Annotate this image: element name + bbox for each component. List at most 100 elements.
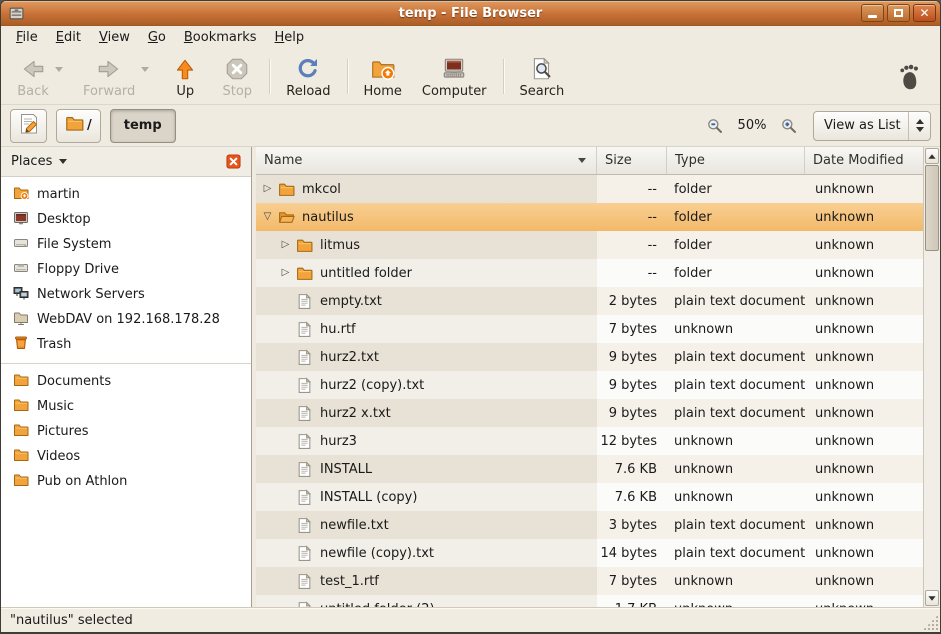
menu-item[interactable]: File xyxy=(7,28,47,47)
window-controls: ✕ xyxy=(861,4,936,22)
toolbar-button[interactable]: Back xyxy=(7,52,59,101)
file-name: hurz2 (copy).txt xyxy=(320,378,424,393)
file-size-cell: 12 bytes xyxy=(597,427,667,455)
column-header-date-modified[interactable]: Date Modified xyxy=(805,147,923,174)
toolbar-button[interactable]: Forward xyxy=(73,52,145,101)
toolbar-button[interactable]: Search xyxy=(510,52,575,101)
file-row[interactable]: hu.rtf 7 bytes unknown unknown xyxy=(256,315,923,343)
expander-icon[interactable] xyxy=(278,240,293,250)
file-name: empty.txt xyxy=(320,294,382,309)
toolbar-button-icon xyxy=(172,55,198,83)
toolbar-button-label: Reload xyxy=(286,84,330,99)
statusbar: "nautilus" selected xyxy=(1,607,940,632)
file-row[interactable]: newfile (copy).txt 14 bytes plain text d… xyxy=(256,539,923,567)
column-header-type[interactable]: Type xyxy=(667,147,805,174)
file-row[interactable]: mkcol -- folder unknown xyxy=(256,175,923,203)
file-name-cell: hurz2 x.txt xyxy=(256,399,597,427)
toolbar-button[interactable]: Reload xyxy=(276,52,340,101)
scroll-down-button[interactable] xyxy=(925,590,939,606)
file-type-icon xyxy=(296,489,313,506)
file-row[interactable]: untitled folder (2) 1.7 KB unknown unkno… xyxy=(256,595,923,607)
sidebar-item-label: Trash xyxy=(37,337,71,352)
file-row[interactable]: newfile.txt 3 bytes plain text document … xyxy=(256,511,923,539)
sidebar-item[interactable]: Floppy Drive xyxy=(1,257,251,282)
window-icon[interactable] xyxy=(8,5,25,22)
column-header-name[interactable]: Name xyxy=(256,147,597,174)
menu-item[interactable]: Help xyxy=(266,28,314,47)
file-name-cell: newfile (copy).txt xyxy=(256,539,597,567)
file-type-icon xyxy=(296,461,313,478)
file-type-cell: unknown xyxy=(667,595,805,607)
expander-icon[interactable] xyxy=(260,184,275,194)
file-name-cell: mkcol xyxy=(256,175,597,203)
expander-icon[interactable] xyxy=(260,212,275,222)
zoom-level: 50% xyxy=(735,118,769,133)
file-row[interactable]: test_1.rtf 7 bytes unknown unknown xyxy=(256,567,923,595)
sidebar-item[interactable]: WebDAV on 192.168.178.28 xyxy=(1,307,251,332)
menu-item[interactable]: Go xyxy=(139,28,175,47)
places-menu-button[interactable]: Places xyxy=(11,154,52,169)
file-row[interactable]: nautilus -- folder unknown xyxy=(256,203,923,231)
column-header-size[interactable]: Size xyxy=(597,147,667,174)
file-size-cell: 9 bytes xyxy=(597,343,667,371)
toolbar-button[interactable]: Computer xyxy=(412,52,497,101)
maximize-icon xyxy=(894,9,903,17)
file-name-cell: test_1.rtf xyxy=(256,567,597,595)
sidebar-item[interactable]: Pictures xyxy=(1,419,251,444)
close-button[interactable]: ✕ xyxy=(913,4,936,22)
file-row[interactable]: hurz3 12 bytes unknown unknown xyxy=(256,427,923,455)
file-row[interactable]: untitled folder -- folder unknown xyxy=(256,259,923,287)
resize-grip[interactable] xyxy=(923,615,938,630)
zoom-in-button[interactable] xyxy=(780,117,798,135)
expander-icon[interactable] xyxy=(278,268,293,278)
sidebar-item[interactable]: martin xyxy=(1,182,251,207)
root-path-button[interactable]: / xyxy=(56,109,101,143)
toolbar-button[interactable]: Stop xyxy=(211,52,263,101)
menu-item[interactable]: Edit xyxy=(47,28,90,47)
sidebar-item-label: martin xyxy=(37,187,80,202)
file-row[interactable]: hurz2 (copy).txt 9 bytes plain text docu… xyxy=(256,371,923,399)
file-modified-cell: unknown xyxy=(805,343,923,371)
zoom-out-button[interactable] xyxy=(706,117,724,135)
sidebar-item-icon xyxy=(13,422,29,442)
sidebar-item[interactable]: Trash xyxy=(1,332,251,364)
view-as-select[interactable]: View as List xyxy=(813,111,931,141)
sidebar-item-icon xyxy=(13,310,29,330)
file-row[interactable]: litmus -- folder unknown xyxy=(256,231,923,259)
file-row[interactable]: INSTALL 7.6 KB unknown unknown xyxy=(256,455,923,483)
edit-location-button[interactable] xyxy=(10,109,47,143)
sidebar-item[interactable]: File System xyxy=(1,232,251,257)
file-type-icon xyxy=(296,377,313,394)
menu-item[interactable]: View xyxy=(90,28,139,47)
file-row[interactable]: hurz2.txt 9 bytes plain text document un… xyxy=(256,343,923,371)
file-type-cell: unknown xyxy=(667,483,805,511)
file-size-cell: -- xyxy=(597,259,667,287)
sidebar-item[interactable]: Music xyxy=(1,394,251,419)
sidebar-close-button[interactable] xyxy=(226,154,241,169)
file-row[interactable]: INSTALL (copy) 7.6 KB unknown unknown xyxy=(256,483,923,511)
sidebar-item[interactable]: Videos xyxy=(1,444,251,469)
sidebar: Places martin Desktop xyxy=(1,147,252,607)
view-as-label: View as List xyxy=(824,118,901,133)
sidebar-item[interactable]: Desktop xyxy=(1,207,251,232)
toolbar-button-label: Up xyxy=(176,84,194,99)
file-size-cell: 3 bytes xyxy=(597,511,667,539)
maximize-button[interactable] xyxy=(887,4,910,22)
scroll-up-icon xyxy=(928,154,935,159)
file-modified-cell: unknown xyxy=(805,455,923,483)
menu-item[interactable]: Bookmarks xyxy=(175,28,266,47)
sidebar-item[interactable]: Documents xyxy=(1,369,251,394)
scroll-up-button[interactable] xyxy=(925,148,939,164)
minimize-button[interactable] xyxy=(861,4,884,22)
titlebar[interactable]: temp - File Browser ✕ xyxy=(1,1,940,26)
file-row[interactable]: empty.txt 2 bytes plain text document un… xyxy=(256,287,923,315)
current-path-button[interactable]: temp xyxy=(110,109,176,143)
sidebar-item[interactable]: Pub on Athlon xyxy=(1,469,251,494)
toolbar-button[interactable]: Home xyxy=(354,52,412,101)
toolbar-button[interactable]: Up xyxy=(159,52,211,101)
file-row[interactable]: hurz2 x.txt 9 bytes plain text document … xyxy=(256,399,923,427)
sidebar-item[interactable]: Network Servers xyxy=(1,282,251,307)
vertical-scrollbar[interactable] xyxy=(923,147,940,607)
scrollbar-thumb[interactable] xyxy=(925,165,939,251)
file-modified-cell: unknown xyxy=(805,175,923,203)
